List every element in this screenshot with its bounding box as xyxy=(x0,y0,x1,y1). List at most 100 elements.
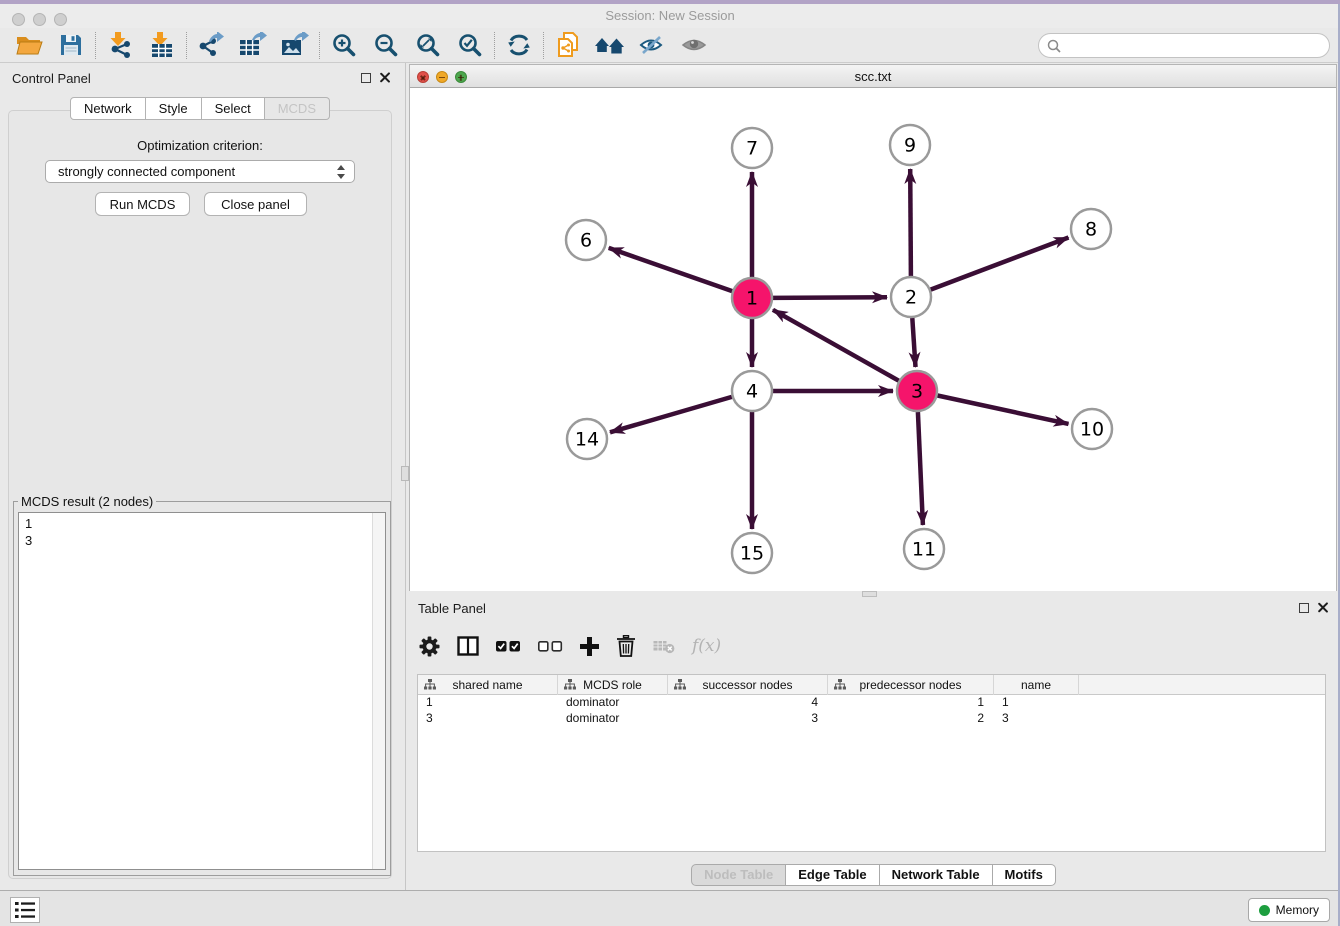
tab-network-table[interactable]: Network Table xyxy=(880,864,993,886)
optimization-criterion-dropdown[interactable]: strongly connected component xyxy=(45,160,355,183)
graph-edge-2-9[interactable] xyxy=(910,169,911,276)
table-cell[interactable]: dominator xyxy=(558,711,668,727)
table-cell[interactable]: dominator xyxy=(558,695,668,711)
graph-edge-2-3[interactable] xyxy=(912,318,915,367)
network-window-title: scc.txt xyxy=(410,69,1336,84)
graph-node-15[interactable]: 15 xyxy=(732,533,772,573)
zoom-out-button[interactable] xyxy=(365,30,407,61)
tab-node-table[interactable]: Node Table xyxy=(691,864,786,886)
export-table-button[interactable] xyxy=(232,30,274,61)
select-all-icon[interactable] xyxy=(496,639,521,653)
memory-button[interactable]: Memory xyxy=(1248,898,1330,922)
tab-edge-table[interactable]: Edge Table xyxy=(786,864,879,886)
table-row[interactable]: 3dominator323 xyxy=(418,711,1325,727)
float-panel-icon[interactable] xyxy=(361,73,371,83)
column-header-predecessor-nodes[interactable]: predecessor nodes xyxy=(828,675,994,695)
close-panel-icon[interactable] xyxy=(1317,602,1328,613)
table-cell[interactable]: 3 xyxy=(994,711,1079,727)
gear-icon[interactable] xyxy=(419,636,440,657)
column-label: name xyxy=(1021,678,1051,692)
graph-node-8[interactable]: 8 xyxy=(1071,209,1111,249)
export-table-icon xyxy=(239,32,267,58)
show-panels-button[interactable] xyxy=(10,897,40,923)
tab-motifs[interactable]: Motifs xyxy=(993,864,1056,886)
mcds-result-title: MCDS result (2 nodes) xyxy=(18,494,156,509)
network-window-titlebar[interactable]: scc.txt xyxy=(410,65,1336,88)
graph-edge-3-11[interactable] xyxy=(918,412,923,525)
float-panel-icon[interactable] xyxy=(1299,603,1309,613)
graph-node-7[interactable]: 7 xyxy=(732,128,772,168)
close-panel-icon[interactable] xyxy=(379,72,390,83)
add-column-icon[interactable] xyxy=(580,637,599,656)
export-image-button[interactable] xyxy=(274,30,316,61)
column-header-mcds-role[interactable]: MCDS role xyxy=(558,675,668,695)
node-label: 8 xyxy=(1085,219,1097,241)
table-cell[interactable]: 4 xyxy=(668,695,828,711)
graph-edge-1-2[interactable] xyxy=(773,297,887,298)
toolbar-separator xyxy=(543,32,544,59)
graph-node-9[interactable]: 9 xyxy=(890,125,930,165)
scrollbar-track[interactable] xyxy=(372,513,385,869)
open-session-button[interactable] xyxy=(8,30,50,61)
graph-node-3[interactable]: 3 xyxy=(897,371,937,411)
table-cell[interactable]: 2 xyxy=(828,711,994,727)
graph-node-1[interactable]: 1 xyxy=(732,278,772,318)
refresh-button[interactable] xyxy=(498,30,540,61)
zoom-selected-button[interactable] xyxy=(449,30,491,61)
tab-mcds[interactable]: MCDS xyxy=(265,97,330,120)
duplicate-network-button[interactable] xyxy=(547,30,589,61)
node-label: 11 xyxy=(912,539,936,561)
save-session-button[interactable] xyxy=(50,30,92,61)
tab-network[interactable]: Network xyxy=(70,97,146,120)
graph-node-6[interactable]: 6 xyxy=(566,220,606,260)
zoom-fit-button[interactable] xyxy=(407,30,449,61)
node-table: shared nameMCDS rolesuccessor nodes prede… xyxy=(417,674,1326,852)
tab-style[interactable]: Style xyxy=(146,97,202,120)
run-mcds-button[interactable]: Run MCDS xyxy=(95,192,190,216)
graph-edge-1-6[interactable] xyxy=(609,248,733,291)
search-input[interactable] xyxy=(1066,38,1329,53)
table-cell[interactable]: 3 xyxy=(418,711,558,727)
export-network-button[interactable] xyxy=(190,30,232,61)
table-cell[interactable]: 1 xyxy=(418,695,558,711)
shared-column-icon xyxy=(834,679,846,691)
window-title: Session: New Session xyxy=(0,8,1340,23)
table-cell[interactable]: 1 xyxy=(828,695,994,711)
table-row[interactable]: 1dominator411 xyxy=(418,695,1325,711)
shared-column-icon xyxy=(674,679,686,691)
first-neighbors-button[interactable] xyxy=(589,30,631,61)
table-cell[interactable]: 1 xyxy=(994,695,1079,711)
columns-icon[interactable] xyxy=(457,636,479,656)
table-cell[interactable]: 3 xyxy=(668,711,828,727)
hide-selected-button[interactable] xyxy=(631,30,673,61)
column-header-name[interactable]: name xyxy=(994,675,1079,695)
graph-node-11[interactable]: 11 xyxy=(904,529,944,569)
zoom-in-button[interactable] xyxy=(323,30,365,61)
splitter-grip[interactable] xyxy=(401,466,409,481)
import-table-button[interactable] xyxy=(141,30,183,61)
delete-column-icon[interactable] xyxy=(616,635,636,657)
graph-node-10[interactable]: 10 xyxy=(1072,409,1112,449)
column-header-successor-nodes[interactable]: successor nodes xyxy=(668,675,828,695)
graph-edge-2-8[interactable] xyxy=(931,238,1069,290)
column-label: predecessor nodes xyxy=(859,678,961,692)
import-network-button[interactable] xyxy=(99,30,141,61)
deselect-all-icon[interactable] xyxy=(538,639,563,653)
tab-select[interactable]: Select xyxy=(202,97,265,120)
search-icon xyxy=(1047,39,1061,53)
close-panel-button[interactable]: Close panel xyxy=(204,192,307,216)
graph-node-4[interactable]: 4 xyxy=(732,371,772,411)
graph-node-2[interactable]: 2 xyxy=(891,277,931,317)
mcds-result-textarea[interactable]: 13 xyxy=(18,512,386,870)
table-header-row: shared nameMCDS rolesuccessor nodes prede… xyxy=(418,675,1325,695)
graph-node-14[interactable]: 14 xyxy=(567,419,607,459)
graph-edge-3-10[interactable] xyxy=(938,396,1069,424)
search-box[interactable] xyxy=(1038,33,1330,58)
show-all-button[interactable] xyxy=(673,30,715,61)
network-canvas[interactable]: 7 9 6 8 1 2 4 3 14 10 15 11 xyxy=(410,89,1336,592)
column-header-shared-name[interactable]: shared name xyxy=(418,675,558,695)
graph-edge-3-1[interactable] xyxy=(773,310,899,381)
function-builder-icon: f(x) xyxy=(692,636,721,656)
save-session-icon xyxy=(60,34,82,56)
graph-edge-4-14[interactable] xyxy=(610,397,732,432)
